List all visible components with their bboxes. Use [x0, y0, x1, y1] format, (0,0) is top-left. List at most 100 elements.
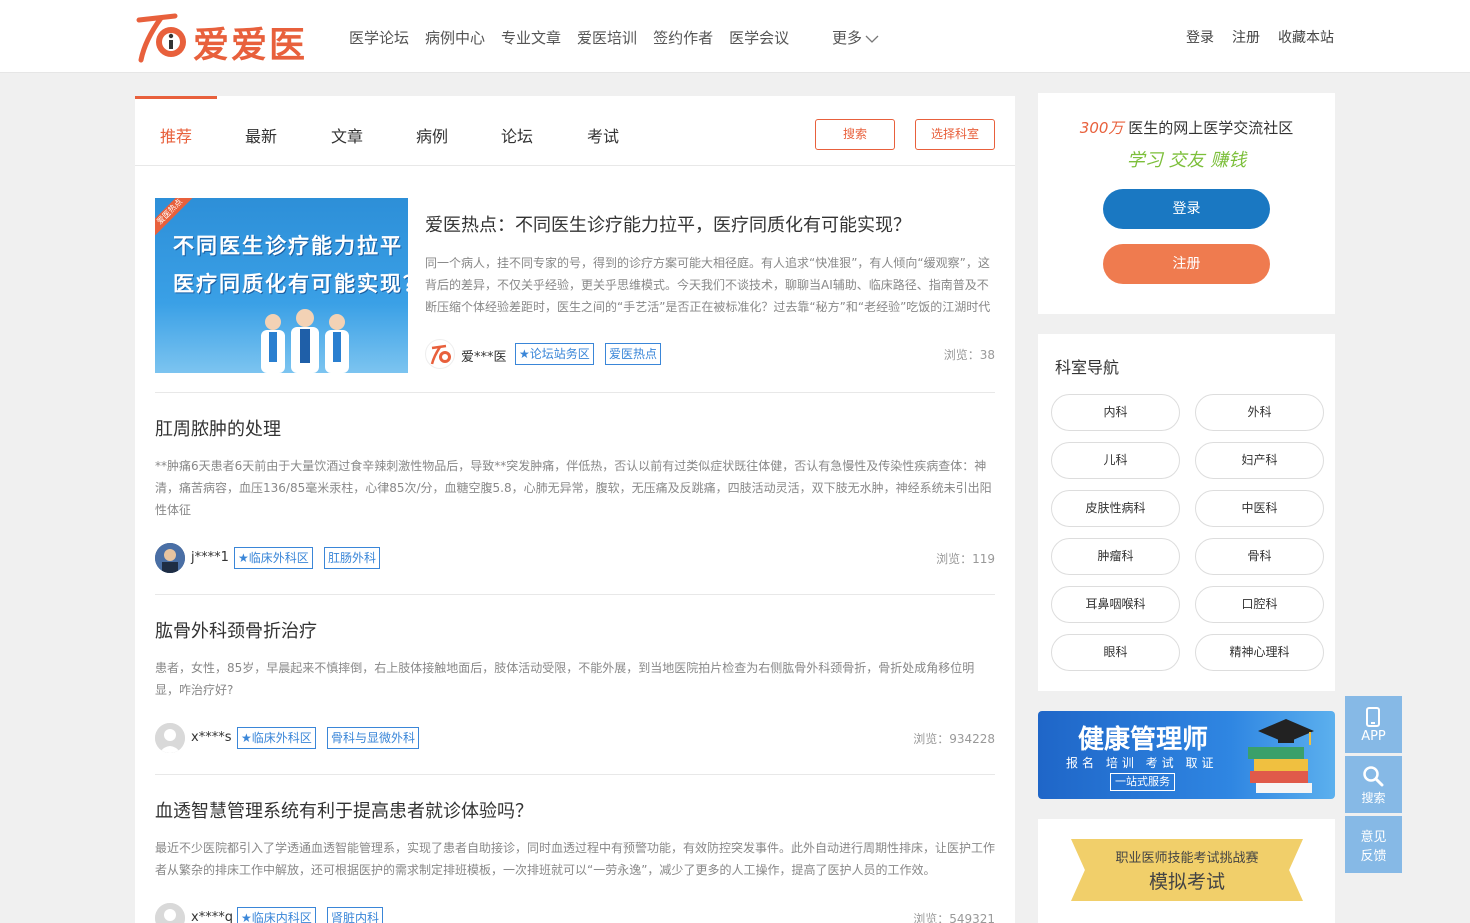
- active-tab-indicator: [135, 96, 217, 99]
- logo-avatar-icon: [430, 344, 451, 365]
- bookmark-link[interactable]: 收藏本站: [1278, 27, 1334, 47]
- featured-title[interactable]: 爱医热点：不同医生诊疗能力拉平，医疗同质化有可能实现？: [425, 211, 911, 237]
- dept-tcm[interactable]: 中医科: [1195, 490, 1324, 527]
- nav-item-articles[interactable]: 专业文章: [501, 27, 561, 48]
- banner-badge: 一站式服务: [1110, 773, 1175, 791]
- department-nav-title: 科室导航: [1055, 358, 1120, 377]
- nav-more-dropdown[interactable]: 更多: [832, 27, 879, 48]
- tag-forum-service[interactable]: ★论坛站务区: [515, 343, 594, 365]
- logo-mark-icon: [136, 13, 186, 63]
- health-manager-banner[interactable]: 健康管理师 报名 培训 考试 取证 一站式服务: [1038, 711, 1335, 799]
- nav-item-forum[interactable]: 医学论坛: [349, 27, 409, 48]
- feedback-label-line2: 反馈: [1360, 849, 1387, 864]
- feed-tabs: 推荐 最新 文章 病例 论坛 考试 搜索 选择科室: [135, 96, 1015, 166]
- dept-dermatology[interactable]: 皮肤性病科: [1051, 490, 1180, 527]
- view-count: 浏览：119: [936, 552, 995, 566]
- float-app-label: APP: [1361, 729, 1386, 744]
- author-name[interactable]: j****1: [191, 550, 229, 565]
- author-name[interactable]: x****q: [191, 910, 233, 923]
- dept-orthopedics[interactable]: 骨科: [1195, 538, 1324, 575]
- nav-more-label: 更多: [832, 29, 863, 47]
- featured-image-line1: 不同医生诊疗能力拉平: [173, 234, 403, 258]
- dept-ophthalmology[interactable]: 眼科: [1051, 634, 1180, 671]
- post-description: 患者，女性，85岁，早晨起来不慎摔倒，右上肢体接触地面后，肢体活动受限，不能外展…: [155, 661, 975, 697]
- dept-pediatrics[interactable]: 儿科: [1051, 442, 1180, 479]
- dept-psychiatry[interactable]: 精神心理科: [1195, 634, 1324, 671]
- featured-image[interactable]: 爱医热点 不同医生诊疗能力拉平 医疗同质化有可能实现？: [155, 198, 408, 373]
- site-logo[interactable]: 爱爱医: [135, 10, 325, 66]
- tag-clinical-surgery[interactable]: ★临床外科区: [234, 547, 313, 569]
- tag-hot[interactable]: 爱医热点: [605, 343, 662, 365]
- post-meta: x****s ★临床外科区 骨科与显微外科 浏览：934228: [155, 723, 995, 753]
- tag-nephrology[interactable]: 肾脏内科: [327, 907, 384, 923]
- author-name[interactable]: x****s: [191, 730, 231, 745]
- avatar[interactable]: [425, 339, 455, 369]
- view-count: 浏览：934228: [913, 732, 995, 746]
- nav-item-cases[interactable]: 病例中心: [425, 27, 485, 48]
- member-count: 300万: [1079, 119, 1124, 137]
- tab-recommended[interactable]: 推荐: [160, 123, 192, 147]
- tag-clinical-surgery[interactable]: ★临床外科区: [237, 727, 316, 749]
- float-feedback-button[interactable]: 意见 反馈: [1345, 816, 1402, 873]
- sidebar-login-button[interactable]: 登录: [1103, 189, 1270, 229]
- mobile-phone-icon: [1366, 707, 1380, 727]
- post-description: **肿痛6天患者6天前由于大量饮酒过食辛辣刺激性物品后，导致**突发肿痛，伴低热…: [155, 459, 992, 517]
- avatar[interactable]: [155, 723, 185, 753]
- list-item: 肛周脓肿的处理 **肿痛6天患者6天前由于大量饮酒过食辛辣刺激性物品后，导致**…: [155, 393, 995, 595]
- float-search-button[interactable]: 搜索: [1345, 756, 1402, 813]
- nav-item-authors[interactable]: 签约作者: [653, 27, 713, 48]
- feedback-label-line1: 意见: [1360, 830, 1387, 845]
- dept-internal-medicine[interactable]: 内科: [1051, 394, 1180, 431]
- tag-anorectal[interactable]: 肛肠外科: [324, 547, 381, 569]
- post-title[interactable]: 肛周脓肿的处理: [155, 415, 281, 441]
- main-feed: 推荐 最新 文章 病例 论坛 考试 搜索 选择科室 爱医热点 不同医生诊疗能力拉…: [135, 96, 1015, 923]
- author-name[interactable]: 爱***医: [461, 346, 507, 365]
- default-avatar-icon: [155, 723, 185, 753]
- welcome-card: 300万 医生的网上医学交流社区 学习 交友 赚钱 登录 注册: [1038, 93, 1335, 314]
- tab-articles[interactable]: 文章: [331, 123, 363, 147]
- community-tagline: 300万 医生的网上医学交流社区: [1038, 117, 1335, 138]
- sidebar-register-button[interactable]: 注册: [1103, 244, 1270, 284]
- post-meta: x****q ★临床内科区 肾脏内科 浏览：549321: [155, 903, 995, 923]
- float-app-button[interactable]: APP: [1345, 696, 1402, 753]
- mock-exam-label: 模拟考试: [1148, 871, 1225, 893]
- login-link[interactable]: 登录: [1186, 27, 1214, 47]
- tab-exam[interactable]: 考试: [587, 123, 619, 147]
- tag-orthopedics[interactable]: 骨科与显微外科: [327, 727, 420, 749]
- featured-meta: 爱***医 ★论坛站务区 爱医热点 浏览：38: [425, 339, 995, 369]
- dept-surgery[interactable]: 外科: [1195, 394, 1324, 431]
- tab-cases[interactable]: 病例: [416, 123, 448, 147]
- mock-exam-ribbon[interactable]: 职业医师技能考试挑战赛 模拟考试: [1071, 839, 1303, 901]
- nav-item-conferences[interactable]: 医学会议: [729, 27, 789, 48]
- post-title[interactable]: 血透智慧管理系统有利于提高患者就诊体验吗？: [155, 797, 533, 823]
- main-nav: 医学论坛 病例中心 专业文章 爱医培训 签约作者 医学会议: [349, 27, 805, 48]
- doctors-illustration-icon: [261, 309, 349, 373]
- avatar[interactable]: [155, 903, 185, 923]
- dept-stomatology[interactable]: 口腔科: [1195, 586, 1324, 623]
- select-department-button[interactable]: 选择科室: [915, 119, 995, 150]
- view-count: 浏览：38: [943, 348, 995, 362]
- chevron-down-icon: [865, 35, 879, 43]
- tag-clinical-internal[interactable]: ★临床内科区: [237, 907, 316, 923]
- top-navbar: 爱爱医 医学论坛 病例中心 专业文章 爱医培训 签约作者 医学会议 更多 登录 …: [0, 0, 1470, 73]
- list-item: 肱骨外科颈骨折治疗 患者，女性，85岁，早晨起来不慎摔倒，右上肢体接触地面后，肢…: [155, 595, 995, 775]
- logo-text: 爱爱医: [193, 24, 308, 66]
- tab-forum[interactable]: 论坛: [501, 123, 533, 147]
- featured-description: 同一个病人，挂不同专家的号，得到的诊疗方案可能大相径庭。有人追求“快准狠”，有人…: [425, 256, 991, 314]
- dept-obgyn[interactable]: 妇产科: [1195, 442, 1324, 479]
- department-nav: 科室导航 内科 外科 儿科 妇产科 皮肤性病科 中医科 肿瘤科 骨科 耳鼻咽喉科…: [1038, 334, 1335, 691]
- float-search-label: 搜索: [1361, 791, 1386, 805]
- dept-ent[interactable]: 耳鼻咽喉科: [1051, 586, 1180, 623]
- dept-oncology[interactable]: 肿瘤科: [1051, 538, 1180, 575]
- nav-item-training[interactable]: 爱医培训: [577, 27, 637, 48]
- banner-title: 健康管理师: [1078, 725, 1209, 755]
- list-item: 血透智慧管理系统有利于提高患者就诊体验吗？ 最近不少医院都引入了学透通血透智能管…: [155, 775, 995, 923]
- register-link[interactable]: 注册: [1232, 27, 1260, 47]
- tab-latest[interactable]: 最新: [245, 123, 277, 147]
- search-button[interactable]: 搜索: [815, 119, 895, 150]
- featured-post: 爱医热点 不同医生诊疗能力拉平 医疗同质化有可能实现？ 爱医热点：不同医生诊疗能…: [155, 198, 995, 393]
- avatar[interactable]: [155, 543, 185, 573]
- post-description: 最近不少医院都引入了学透通血透智能管理系，实现了患者自助接诊，同时血透过程中有预…: [155, 841, 996, 877]
- post-title[interactable]: 肱骨外科颈骨折治疗: [155, 617, 317, 643]
- exam-challenge-label: 职业医师技能考试挑战赛: [1115, 851, 1259, 866]
